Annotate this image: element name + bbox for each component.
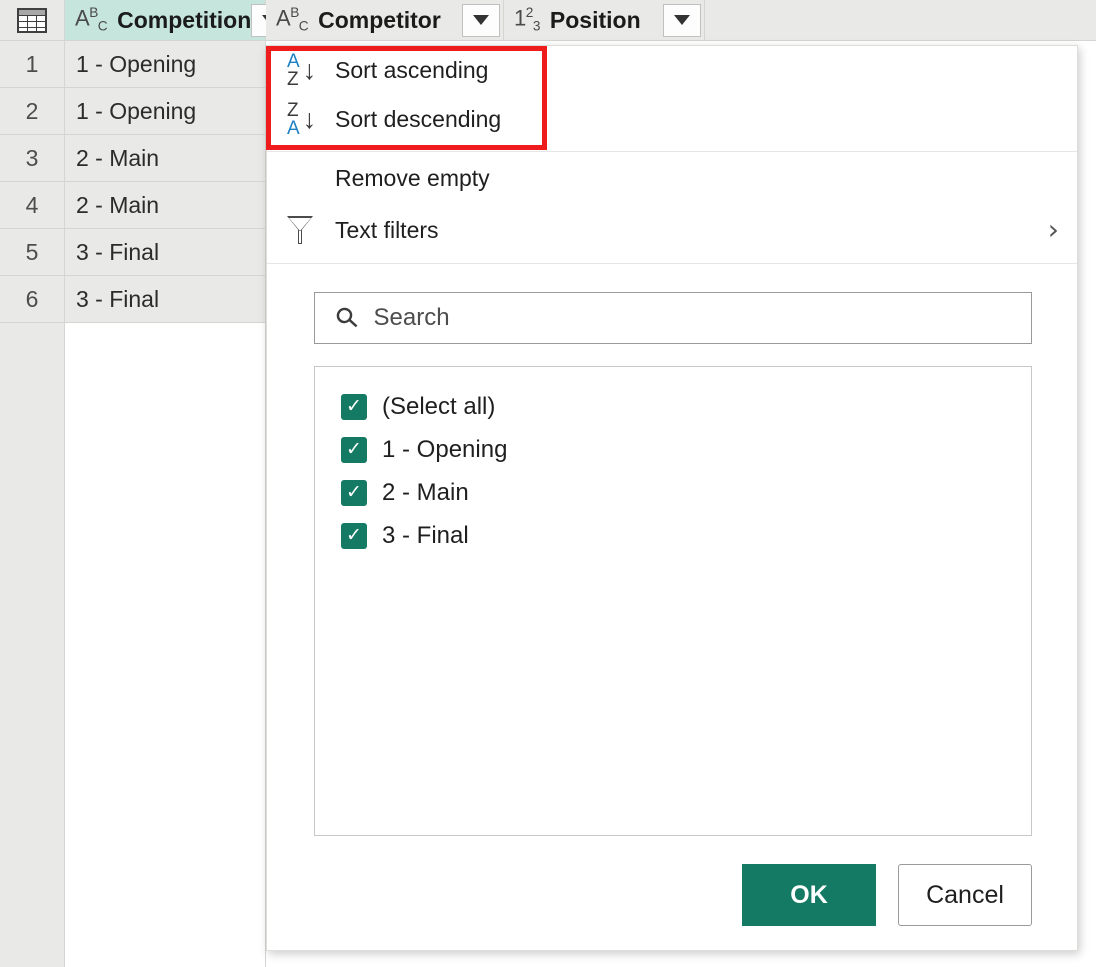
column-header-competitor[interactable]: ABC Competitor [266, 0, 504, 41]
list-item-select-all[interactable]: ✓ (Select all) [341, 385, 1031, 428]
abc-text-type-icon: ABC [276, 6, 308, 33]
column-header-filler [705, 0, 1096, 41]
column-header-competition[interactable]: ABC Competition [65, 0, 266, 41]
check-icon: ✓ [346, 440, 362, 459]
column-header-label: Position [550, 7, 641, 34]
list-item[interactable]: ✓ 3 - Final [341, 514, 1031, 557]
list-item-label: 3 - Final [382, 522, 469, 550]
search-icon: ⚲ [330, 301, 365, 335]
table-cell[interactable]: 2 - Main [65, 182, 265, 229]
column-filter-dropdown-competitor[interactable] [462, 4, 500, 37]
menu-item-label: Sort descending [335, 106, 1059, 133]
checkbox-checked[interactable]: ✓ [341, 437, 367, 463]
filter-dropdown-panel: A Z ↓ Sort ascending Z A ↓ Sort descendi [266, 45, 1078, 951]
funnel-icon [287, 216, 335, 244]
table-cell[interactable]: 1 - Opening [65, 88, 265, 135]
row-number[interactable]: 5 [0, 229, 64, 276]
column-header-label: Competitor [318, 7, 441, 34]
sort-ascending-az-icon: A Z ↓ [287, 51, 335, 91]
arrow-down-icon: ↓ [303, 109, 317, 131]
column-header-label: Competition [117, 7, 251, 34]
check-icon: ✓ [346, 397, 362, 416]
menu-divider-1 [267, 144, 1077, 152]
dialog-button-bar: OK Cancel [267, 864, 1032, 926]
table-cell[interactable]: 3 - Final [65, 229, 265, 276]
ok-button[interactable]: OK [742, 864, 876, 926]
sort-descending-za-icon: Z A ↓ [287, 100, 335, 140]
menu-item-label: Sort ascending [335, 57, 1059, 84]
list-item-label: (Select all) [382, 393, 495, 421]
column-competition-cells: 1 - Opening 1 - Opening 2 - Main 2 - Mai… [65, 41, 266, 967]
list-item-label: 2 - Main [382, 479, 469, 507]
arrow-down-icon: ↓ [303, 60, 317, 82]
row-number[interactable]: 2 [0, 88, 64, 135]
search-input[interactable] [372, 303, 997, 333]
select-all-table-corner[interactable] [0, 0, 65, 41]
column-filter-dropdown-position[interactable] [663, 4, 701, 37]
row-number[interactable]: 3 [0, 135, 64, 182]
menu-item-text-filters[interactable]: Text filters › [267, 204, 1077, 256]
menu-item-label: Remove empty [335, 165, 1059, 192]
sort-letter-top: Z [287, 102, 300, 119]
table-cell[interactable]: 1 - Opening [65, 41, 265, 88]
table-cell[interactable]: 3 - Final [65, 276, 265, 323]
table-cell[interactable]: 2 - Main [65, 135, 265, 182]
row-number[interactable]: 1 [0, 41, 64, 88]
sort-letter-bottom: Z [287, 71, 300, 88]
table-icon [17, 8, 47, 33]
checkbox-checked[interactable]: ✓ [341, 523, 367, 549]
list-item-label: 1 - Opening [382, 436, 507, 464]
column-header-position[interactable]: 123 Position [504, 0, 705, 41]
row-number-gutter: 1 2 3 4 5 6 [0, 41, 65, 967]
search-box[interactable]: ⚲ [314, 292, 1032, 344]
check-icon: ✓ [346, 526, 362, 545]
power-query-filter-screen: ABC Competition ABC Competitor 123 Posit… [0, 0, 1096, 967]
sort-letter-top: A [287, 53, 300, 70]
chevron-right-icon: › [1048, 216, 1059, 244]
cancel-button[interactable]: Cancel [898, 864, 1032, 926]
grid-header-row: ABC Competition ABC Competitor 123 Posit… [0, 0, 1096, 41]
chevron-down-icon [473, 15, 489, 25]
menu-item-remove-empty[interactable]: Remove empty [267, 152, 1077, 204]
search-area: ⚲ [314, 292, 1032, 344]
menu-item-label: Text filters [335, 217, 1048, 244]
checkbox-checked[interactable]: ✓ [341, 480, 367, 506]
menu-item-sort-descending[interactable]: Z A ↓ Sort descending [267, 95, 1077, 144]
chevron-down-icon [674, 15, 690, 25]
row-number[interactable]: 6 [0, 276, 64, 323]
filter-value-list[interactable]: ✓ (Select all) ✓ 1 - Opening ✓ 2 - Main … [314, 366, 1032, 836]
123-number-type-icon: 123 [514, 6, 540, 33]
abc-text-type-icon: ABC [75, 6, 107, 33]
menu-divider-2 [267, 256, 1077, 264]
sort-letter-bottom: A [287, 120, 300, 137]
checkbox-checked[interactable]: ✓ [341, 394, 367, 420]
check-icon: ✓ [346, 483, 362, 502]
list-item[interactable]: ✓ 2 - Main [341, 471, 1031, 514]
row-number[interactable]: 4 [0, 182, 64, 229]
list-item[interactable]: ✓ 1 - Opening [341, 428, 1031, 471]
menu-item-sort-ascending[interactable]: A Z ↓ Sort ascending [267, 46, 1077, 95]
